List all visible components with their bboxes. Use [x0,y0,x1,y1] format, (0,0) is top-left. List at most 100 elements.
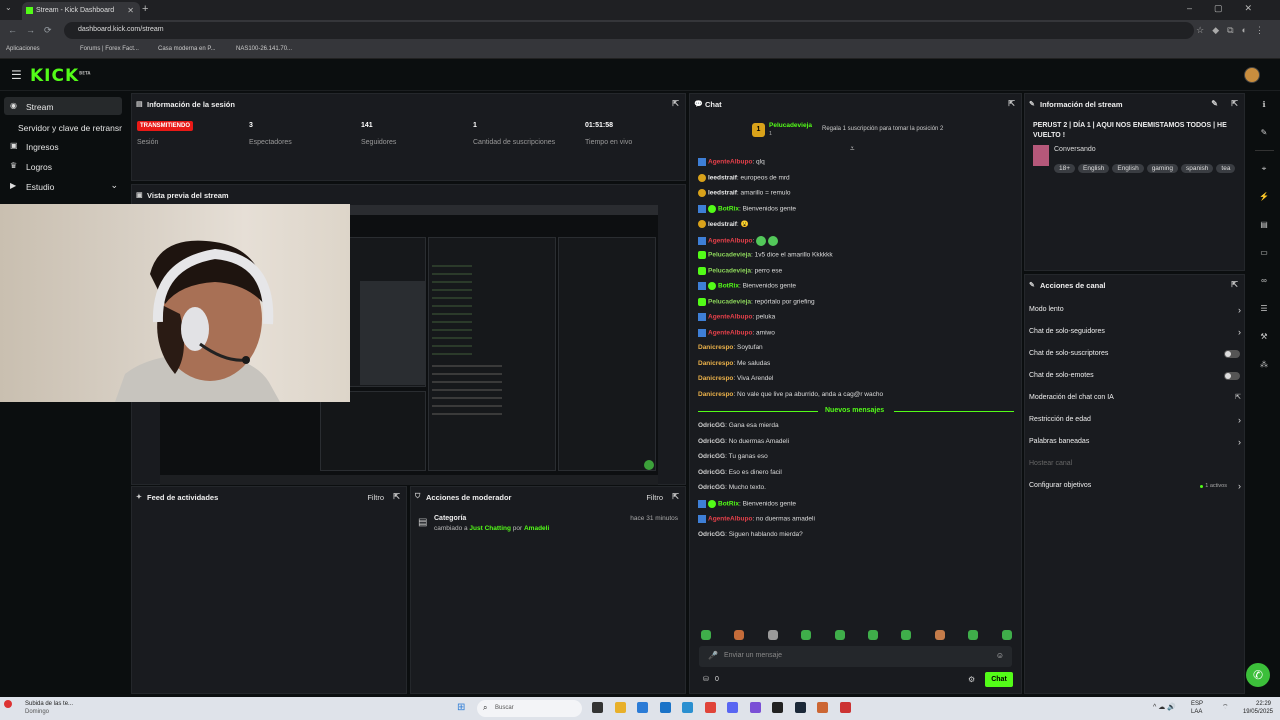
chevron-right-icon[interactable]: › [1238,437,1241,447]
chat-username[interactable]: Danicrespo [698,391,733,398]
help-chat-button[interactable]: ✆ [1246,663,1270,687]
taskbar-app-icon[interactable] [749,702,761,713]
bolt-icon[interactable]: ⚡ [1257,190,1271,204]
chat-username[interactable]: AgenteAlbupo [708,329,752,336]
document-icon[interactable]: ▤ [1257,218,1271,232]
chat-username[interactable]: BotRix [718,205,739,212]
edit-icon[interactable]: ✎ [1211,99,1218,108]
chat-message[interactable]: Pelucadevieja: perro ese [698,266,782,275]
channel-action-item[interactable]: Restricción de edad › [1029,415,1241,425]
window-controls[interactable]: –▢✕ [1187,3,1274,14]
taskbar-app-icon[interactable] [704,702,716,713]
pencil-icon[interactable]: ✎ [1257,126,1271,140]
chat-username[interactable]: OdricGG [698,422,725,429]
chat-username[interactable]: AgenteAlbupo [708,237,752,244]
menu-icon[interactable]: ☰ [11,68,22,82]
emote-icon[interactable] [968,630,979,640]
chat-username[interactable]: Danicrespo [698,375,733,382]
emote-icon[interactable] [868,630,878,640]
chat-username[interactable]: BotRix [718,283,739,290]
emote-icon[interactable] [801,630,812,640]
sidebar-item-server-key[interactable]: Servidor y clave de retransmisión [4,118,122,136]
info-icon[interactable]: ℹ [1257,98,1271,112]
channel-action-item[interactable]: Moderación del chat con IA ⇱ [1029,394,1241,401]
filter-button[interactable]: Filtro [646,493,663,502]
chat-message[interactable]: AgenteAlbupo: [698,235,779,246]
popout-icon[interactable]: ⇱ [393,492,400,501]
chat-message[interactable]: BotRix: Bienvenidos gente [698,499,796,508]
chevron-right-icon[interactable]: › [1238,327,1241,337]
chevron-right-icon[interactable]: › [1238,415,1241,425]
wrench-icon[interactable]: ⚒ [1257,330,1271,344]
chat-message[interactable]: OdricGG: Siguen hablando mierda? [698,531,803,538]
popout-icon[interactable]: ⇱ [672,99,679,108]
list-icon[interactable]: ☰ [1257,302,1271,316]
channel-action-item[interactable]: Chat de solo-emotes [1029,372,1241,380]
emote-icon[interactable] [734,630,745,640]
chat-username[interactable]: AgenteAlbupo [708,314,752,321]
chevron-right-icon[interactable]: › [1238,305,1241,315]
toggle-switch[interactable] [1224,372,1240,380]
sidebar-item-ingresos[interactable]: ▣ Ingresos [4,137,122,155]
pinned-gift-banner[interactable]: 1 Pelucadevieja 1 Regala 1 suscripción p… [752,122,962,140]
users-icon[interactable]: ⁂ [1257,358,1271,372]
taskbar-app-icon[interactable] [592,702,603,713]
chat-message[interactable]: AgenteAlbupo: qlq [698,158,765,166]
chat-username[interactable]: Pelucadevieja [708,298,751,305]
channel-action-item[interactable]: Configurar objetivos 1 activos › [1029,481,1241,491]
bookmark-item[interactable]: Casa moderna en P... [158,46,216,52]
emote-icon[interactable] [934,630,945,640]
wifi-icon[interactable]: ⌔ [1222,703,1229,712]
taskbar-app-icon[interactable] [614,702,626,713]
chat-settings-icon[interactable]: ⚙ [968,675,975,684]
chat-message[interactable]: leedstraif: amarillo = remulo [698,189,791,197]
chat-message[interactable]: OdricGG: Gana esa mierda [698,422,779,429]
chat-input-field[interactable]: 🎤 Enviar un mensaje ☺ [699,646,1012,667]
chat-message[interactable]: BotRix: Bienvenidos gente [698,282,796,290]
chat-username[interactable]: BotRix [718,500,739,507]
emote-icon[interactable] [767,630,778,640]
taskbar-app-icon[interactable] [637,702,648,713]
windows-start-icon[interactable]: ⊞ [457,702,465,713]
microphone-icon[interactable]: 🎤 [708,651,718,660]
expand-icon[interactable]: ⩡ [850,144,855,154]
taskbar-search[interactable]: ⌕ Buscar [477,700,582,717]
popout-icon[interactable]: ⇱ [1008,99,1015,108]
chat-username[interactable]: AgenteAlbupo [708,159,752,166]
chevron-right-icon[interactable]: › [1238,481,1241,491]
chat-username[interactable]: Pelucadevieja [708,252,751,259]
new-tab-icon[interactable]: + [142,3,148,15]
chat-message[interactable]: Danicrespo: Soytufan [698,344,763,351]
channel-action-item[interactable]: Chat de solo-seguidores › [1029,327,1241,337]
emote-icon[interactable] [1001,630,1012,640]
taskbar-app-icon[interactable] [817,702,828,713]
chat-username[interactable]: leedstraif [708,174,737,181]
chat-message[interactable]: AgenteAlbupo: peluka [698,313,775,321]
chat-username[interactable]: Danicrespo [698,360,733,367]
taskbar-app-icon[interactable] [839,702,851,713]
chat-username[interactable]: OdricGG [698,438,725,445]
chat-message[interactable]: OdricGG: No duermas Amadeli [698,438,789,445]
emote-icon[interactable] [834,630,845,640]
chat-message[interactable]: Danicrespo: Viva Arendel [698,375,773,382]
external-link-icon[interactable]: ⇱ [1235,393,1241,401]
notification-icon[interactable] [4,700,12,708]
link-icon[interactable]: ∞ [1257,274,1271,288]
kick-logo[interactable]: KICKBETA [30,66,90,86]
chat-message[interactable]: Pelucadevieja: repórtalo por griefing [698,297,815,306]
sidebar-item-logros[interactable]: ♛ Logros [4,157,122,175]
taskbar-app-icon[interactable] [682,702,693,713]
sidebar-item-stream[interactable]: ◉ Stream [4,97,122,115]
chat-message[interactable]: OdricGG: Mucho texto. [698,484,766,491]
chat-username[interactable]: OdricGG [698,453,725,460]
chat-message[interactable]: AgenteAlbupo: no duermas amadeli [698,515,815,523]
chat-username[interactable]: Pelucadevieja [708,267,751,274]
chat-username[interactable]: OdricGG [698,469,725,476]
browser-extension-icons[interactable]: ☆◆⧉◐⋮ [1196,25,1272,36]
avatar[interactable] [1244,67,1260,83]
popout-icon[interactable]: ⇱ [672,492,679,501]
emoji-icon[interactable]: ☺ [996,651,1004,660]
taskbar-app-icon[interactable] [659,702,671,713]
popout-icon[interactable]: ⇱ [1231,99,1238,108]
close-tab-icon[interactable]: ✕ [127,6,134,15]
